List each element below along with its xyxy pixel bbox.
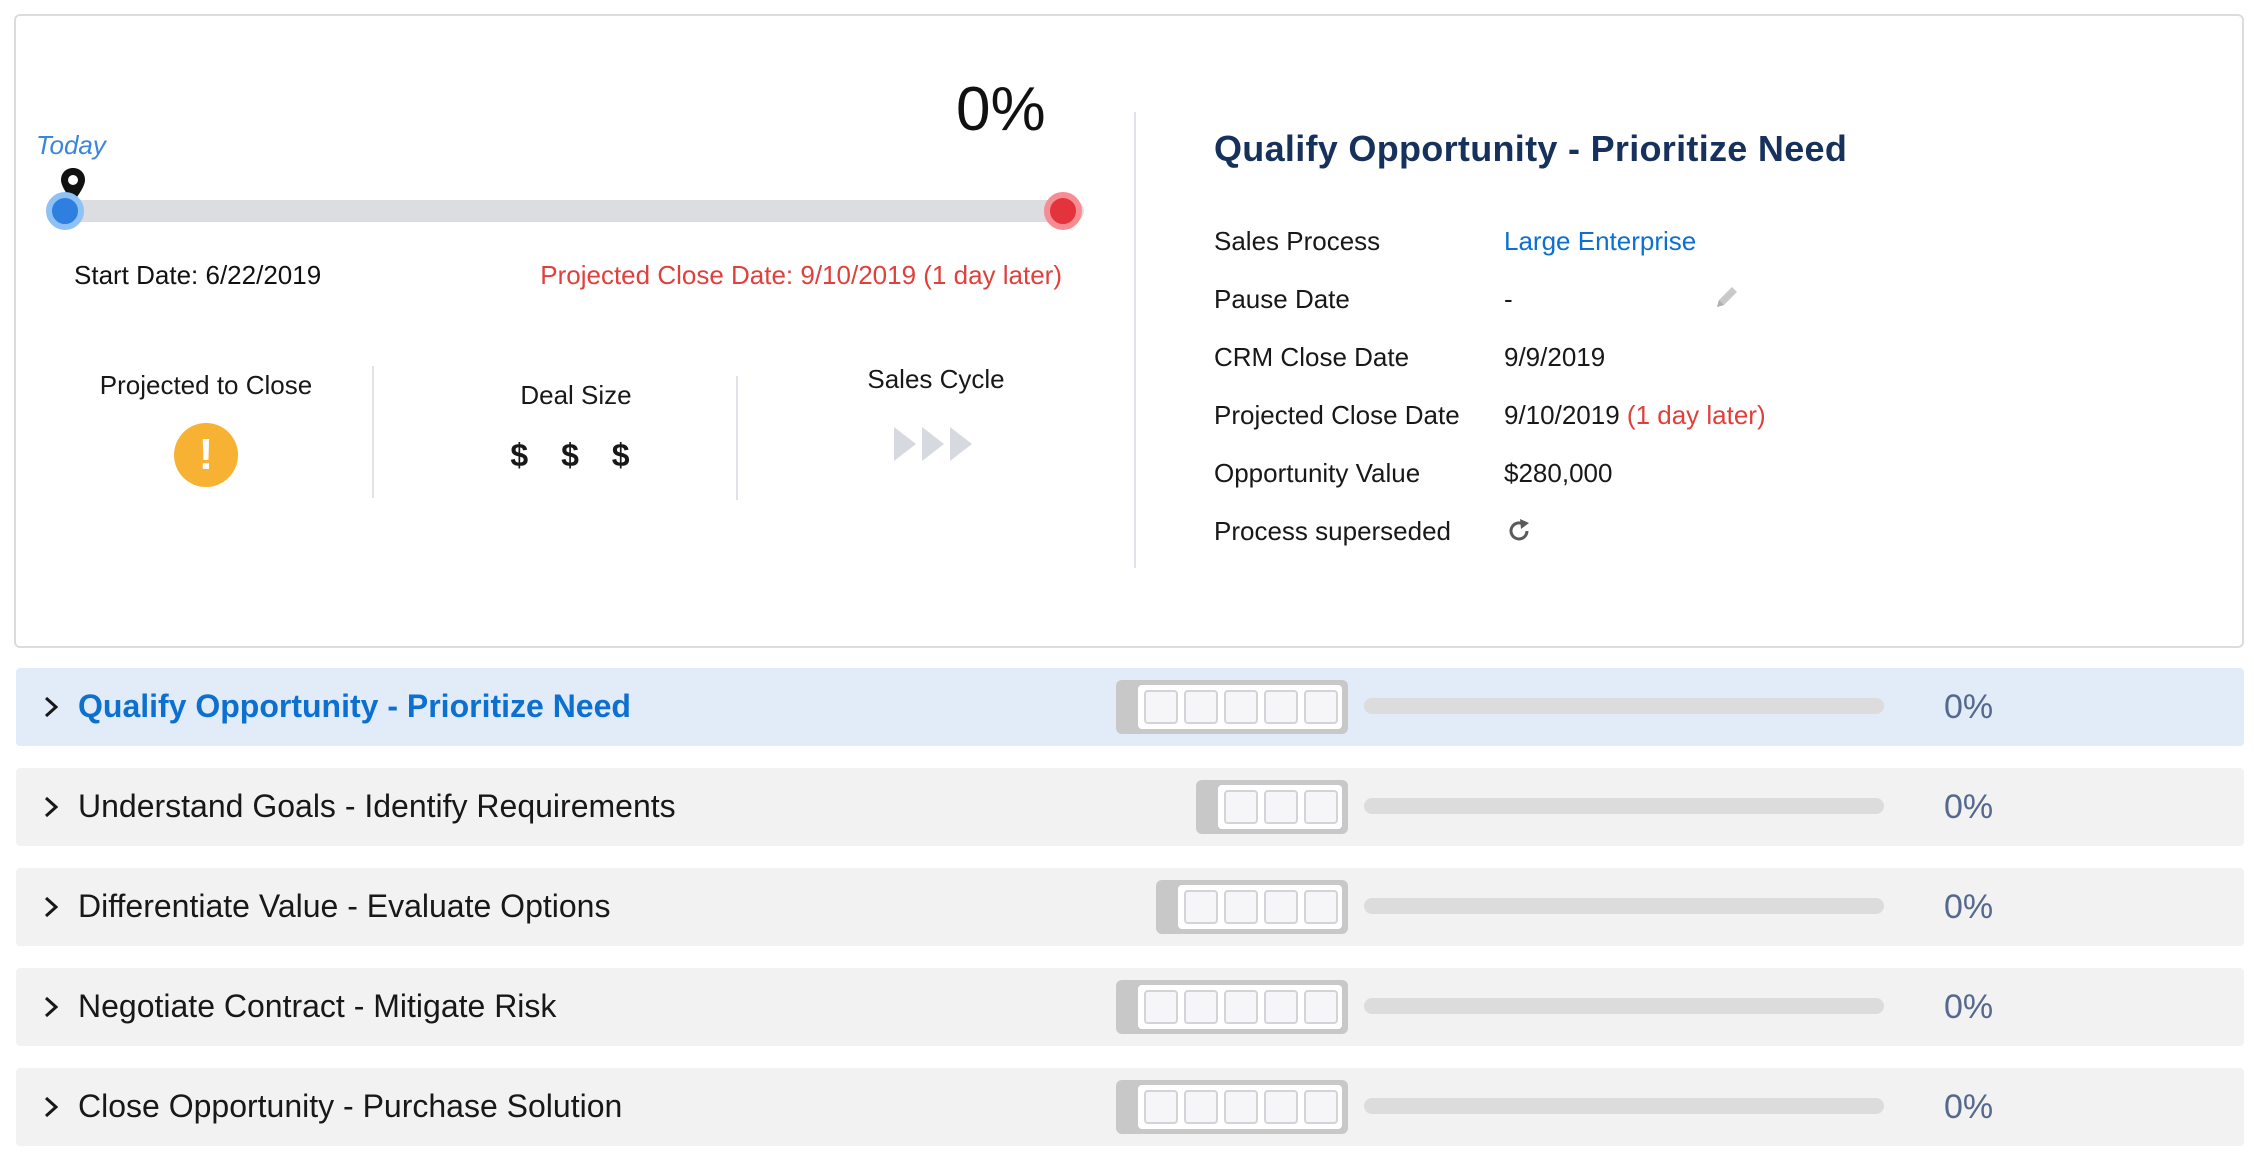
- today-label: Today: [36, 130, 106, 160]
- opportunity-summary-card: Today 0% Start Date: 6/22/2019 Projected…: [14, 14, 2244, 648]
- step-box[interactable]: [1224, 790, 1258, 824]
- stage-detail-title: Qualify Opportunity - Prioritize Need: [1214, 128, 1848, 169]
- crm-close-date-label: CRM Close Date: [1214, 342, 1410, 372]
- step-box[interactable]: [1184, 1090, 1218, 1124]
- step-box[interactable]: [1144, 690, 1178, 724]
- crm-close-date-row: CRM Close Date 9/9/2019: [1214, 342, 2114, 382]
- step-box[interactable]: [1184, 990, 1218, 1024]
- stage-steps: [1116, 1080, 1348, 1134]
- chevron-right-icon[interactable]: [36, 992, 66, 1022]
- metric-divider: [736, 376, 738, 500]
- sales-process-row: Sales Process Large Enterprise: [1214, 226, 2114, 266]
- stage-label[interactable]: Close Opportunity - Purchase Solution: [78, 1088, 622, 1125]
- panel-divider: [1134, 112, 1136, 568]
- pencil-icon[interactable]: [1712, 282, 1742, 312]
- stage-steps: [1116, 980, 1348, 1034]
- step-box[interactable]: [1264, 690, 1298, 724]
- stage-percent: 0%: [1944, 1088, 1994, 1126]
- triple-chevron-icon: [894, 427, 972, 461]
- step-box[interactable]: [1304, 1090, 1338, 1124]
- sales-process-link[interactable]: Large Enterprise: [1504, 226, 1696, 257]
- crm-close-date-value: 9/9/2019: [1504, 342, 1606, 372]
- projected-close-note: (1 day later): [1626, 400, 1766, 430]
- stage-label[interactable]: Differentiate Value - Evaluate Options: [78, 888, 610, 925]
- stage-percent: 0%: [1944, 688, 1994, 726]
- pause-date-value: -: [1504, 284, 1513, 314]
- chevron-right-icon[interactable]: [36, 692, 66, 722]
- stage-label[interactable]: Understand Goals - Identify Requirements: [78, 788, 676, 825]
- stage-steps-inner: [1178, 885, 1342, 929]
- stage-row[interactable]: Qualify Opportunity - Prioritize Need 0%: [16, 668, 2244, 746]
- stage-steps-inner: [1138, 985, 1342, 1029]
- stage-steps: [1156, 880, 1348, 934]
- stage-row[interactable]: Negotiate Contract - Mitigate Risk 0%: [16, 968, 2244, 1046]
- stage-row[interactable]: Close Opportunity - Purchase Solution 0%: [16, 1068, 2244, 1146]
- stage-percent: 0%: [1944, 988, 1994, 1026]
- start-date: Start Date: 6/22/2019: [74, 260, 322, 290]
- metric-divider: [372, 366, 374, 498]
- stage-steps: [1116, 680, 1348, 734]
- step-box[interactable]: [1224, 690, 1258, 724]
- step-box[interactable]: [1304, 690, 1338, 724]
- sales-process-label: Sales Process: [1214, 226, 1381, 256]
- timeline-track: [64, 200, 1084, 222]
- stage-percent: 0%: [1944, 888, 1994, 926]
- step-box[interactable]: [1184, 690, 1218, 724]
- step-box[interactable]: [1184, 890, 1218, 924]
- opportunity-value: $280,000: [1504, 458, 1613, 488]
- process-superseded-row: Process superseded: [1214, 516, 2114, 556]
- pause-date-label: Pause Date: [1214, 284, 1350, 314]
- chevron-right-icon[interactable]: [36, 892, 66, 922]
- deal-size-value: $ $ $: [510, 437, 642, 473]
- projected-close-label: Projected Close Date: [1214, 400, 1460, 430]
- stage-percent: 0%: [1944, 788, 1994, 826]
- stage-row[interactable]: Differentiate Value - Evaluate Options 0%: [16, 868, 2244, 946]
- stage-progress-bar: [1364, 698, 1884, 714]
- stage-progress-bar: [1364, 998, 1884, 1014]
- sales-cycle-label: Sales Cycle: [867, 364, 1005, 394]
- deal-size-label: Deal Size: [520, 380, 632, 410]
- projected-to-close-label: Projected to Close: [99, 370, 313, 400]
- projected-close-row: Projected Close Date 9/10/2019 (1 day la…: [1214, 400, 2114, 440]
- timeline-end-marker: [1044, 192, 1082, 230]
- step-box[interactable]: [1224, 1090, 1258, 1124]
- step-box[interactable]: [1144, 990, 1178, 1024]
- step-box[interactable]: [1264, 790, 1298, 824]
- stage-progress-bar: [1364, 1098, 1884, 1114]
- stage-steps-inner: [1218, 785, 1342, 829]
- step-box[interactable]: [1224, 990, 1258, 1024]
- step-box[interactable]: [1264, 1090, 1298, 1124]
- projected-to-close-metric: Projected to Close !: [56, 370, 356, 487]
- stage-label[interactable]: Negotiate Contract - Mitigate Risk: [78, 988, 556, 1025]
- stage-steps-inner: [1138, 685, 1342, 729]
- stage-steps-inner: [1138, 1085, 1342, 1129]
- step-box[interactable]: [1304, 990, 1338, 1024]
- step-box[interactable]: [1304, 890, 1338, 924]
- sales-cycle-metric: Sales Cycle: [786, 364, 1086, 470]
- stage-row[interactable]: Understand Goals - Identify Requirements…: [16, 768, 2244, 846]
- step-box[interactable]: [1264, 890, 1298, 924]
- chevron-right-icon[interactable]: [36, 792, 66, 822]
- stage-label[interactable]: Qualify Opportunity - Prioritize Need: [78, 688, 631, 725]
- stage-steps: [1196, 780, 1348, 834]
- projected-close-date-value: 9/10/2019: [1504, 400, 1620, 430]
- timeline-start-marker: [46, 192, 84, 230]
- refresh-icon[interactable]: [1504, 516, 1534, 546]
- warning-icon: !: [174, 423, 238, 487]
- overall-progress-percent: 0%: [956, 75, 1046, 144]
- opportunity-value-label: Opportunity Value: [1214, 458, 1421, 488]
- pause-date-row: Pause Date -: [1214, 284, 2114, 324]
- process-superseded-label: Process superseded: [1214, 516, 1452, 546]
- opportunity-value-row: Opportunity Value $280,000: [1214, 458, 2114, 498]
- projected-close-date: Projected Close Date: 9/10/2019 (1 day l…: [540, 260, 1062, 290]
- stage-progress-bar: [1364, 898, 1884, 914]
- chevron-right-icon[interactable]: [36, 1092, 66, 1122]
- step-box[interactable]: [1144, 1090, 1178, 1124]
- step-box[interactable]: [1264, 990, 1298, 1024]
- step-box[interactable]: [1224, 890, 1258, 924]
- step-box[interactable]: [1304, 790, 1338, 824]
- deal-size-metric: Deal Size $ $ $: [426, 380, 726, 474]
- projected-close-value: 9/10/2019 (1 day later): [1504, 400, 1766, 431]
- stage-progress-bar: [1364, 798, 1884, 814]
